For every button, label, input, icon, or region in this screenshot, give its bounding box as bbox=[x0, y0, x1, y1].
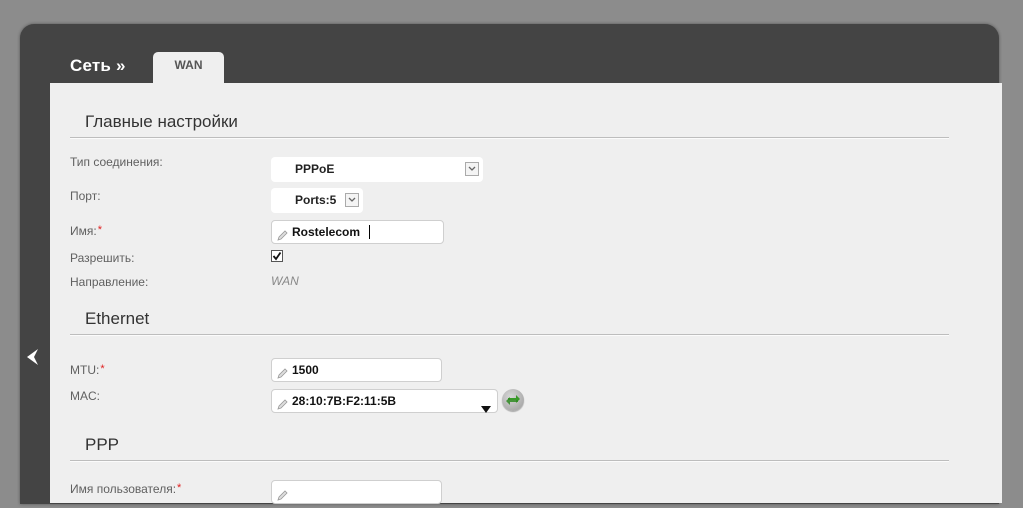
connection-type-select[interactable]: PPPoE bbox=[271, 157, 483, 182]
mtu-label-text: MTU: bbox=[70, 363, 100, 377]
refresh-icon[interactable] bbox=[502, 389, 524, 411]
back-arrow-icon[interactable] bbox=[22, 346, 44, 368]
port-label: Порт: bbox=[70, 189, 101, 203]
chevron-down-icon[interactable] bbox=[345, 193, 359, 207]
port-select[interactable]: Ports:5 bbox=[271, 188, 363, 213]
connection-type-value: PPPoE bbox=[295, 162, 335, 176]
required-mark: * bbox=[177, 482, 182, 494]
section-divider bbox=[70, 334, 949, 336]
name-label-text: Имя: bbox=[70, 224, 97, 238]
direction-label: Направление: bbox=[70, 275, 149, 289]
mtu-label: MTU:* bbox=[70, 363, 105, 377]
mac-value: 28:10:7B:F2:11:5B bbox=[292, 394, 397, 408]
name-input[interactable]: Rostelecom bbox=[271, 220, 444, 244]
dropdown-arrow-icon[interactable] bbox=[481, 398, 491, 420]
tab-wan[interactable]: WAN bbox=[153, 52, 224, 84]
enable-checkbox[interactable] bbox=[271, 250, 283, 262]
section-divider bbox=[70, 460, 949, 462]
mac-combobox[interactable]: 28:10:7B:F2:11:5B bbox=[271, 389, 498, 413]
checkmark-icon bbox=[272, 251, 282, 261]
section-divider bbox=[70, 137, 949, 139]
content-panel bbox=[50, 83, 1002, 503]
enable-label: Разрешить: bbox=[70, 251, 135, 265]
connection-type-label: Тип соединения: bbox=[70, 155, 163, 169]
pencil-icon bbox=[277, 364, 288, 386]
pencil-icon bbox=[277, 395, 288, 417]
section-title-main: Главные настройки bbox=[85, 112, 238, 131]
username-input[interactable] bbox=[271, 480, 442, 504]
breadcrumb-root[interactable]: Сеть » bbox=[70, 56, 126, 76]
section-title-ppp: PPP bbox=[85, 435, 120, 454]
username-label: Имя пользователя:* bbox=[70, 482, 181, 496]
name-value: Rostelecom bbox=[292, 225, 361, 239]
chevron-down-icon[interactable] bbox=[465, 162, 479, 176]
port-value: Ports:5 bbox=[295, 193, 337, 207]
pencil-icon bbox=[277, 486, 288, 508]
mtu-value: 1500 bbox=[292, 363, 319, 377]
direction-value: WAN bbox=[271, 274, 299, 288]
required-mark: * bbox=[100, 363, 105, 375]
mac-label: MAC: bbox=[70, 389, 100, 403]
text-caret bbox=[369, 225, 370, 239]
required-mark: * bbox=[97, 224, 102, 236]
pencil-icon bbox=[277, 226, 288, 248]
mtu-input[interactable]: 1500 bbox=[271, 358, 442, 382]
name-label: Имя:* bbox=[70, 224, 102, 238]
section-title-ethernet: Ethernet bbox=[85, 309, 150, 328]
username-label-text: Имя пользователя: bbox=[70, 482, 177, 496]
